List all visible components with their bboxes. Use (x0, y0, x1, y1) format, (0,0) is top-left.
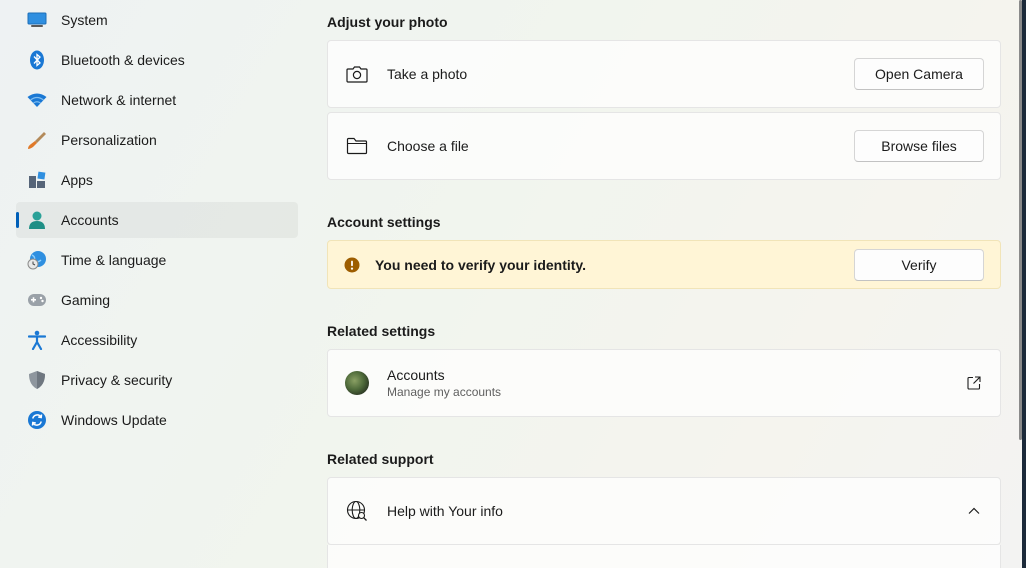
avatar (345, 371, 369, 395)
sidebar-item-time-language[interactable]: Time & language (16, 242, 298, 278)
sidebar-item-apps[interactable]: Apps (16, 162, 298, 198)
sidebar-item-label: Time & language (61, 252, 167, 268)
sidebar-item-windows-update[interactable]: Windows Update (16, 402, 298, 438)
accounts-link-description: Manage my accounts (387, 385, 502, 399)
update-icon (26, 409, 48, 431)
sidebar-item-personalization[interactable]: Personalization (16, 122, 298, 158)
verify-button[interactable]: Verify (854, 248, 984, 281)
sidebar-item-label: Privacy & security (61, 372, 173, 388)
help-your-info-label: Help with Your info (387, 503, 503, 519)
sidebar-item-label: Accounts (61, 212, 119, 228)
warning-icon (344, 257, 360, 273)
window-edge (1022, 0, 1026, 568)
sidebar-item-label: Apps (61, 172, 93, 188)
sidebar-item-label: Accessibility (61, 332, 138, 348)
open-camera-button[interactable]: Open Camera (854, 58, 984, 90)
verify-identity-banner: You need to verify your identity. Verify (327, 240, 1001, 289)
sidebar-nav: System Bluetooth & devices Network & int… (16, 2, 298, 442)
sidebar-item-privacy-security[interactable]: Privacy & security (16, 362, 298, 398)
system-icon (26, 9, 48, 31)
accounts-icon (26, 209, 48, 231)
sidebar-item-network[interactable]: Network & internet (16, 82, 298, 118)
external-link-icon[interactable] (966, 375, 982, 391)
choose-file-label: Choose a file (387, 138, 469, 154)
help-expanded-panel (327, 545, 1001, 568)
sidebar-item-label: Network & internet (61, 92, 177, 108)
apps-icon (26, 169, 48, 191)
take-photo-label: Take a photo (387, 66, 468, 82)
help-your-info-card[interactable]: Help with Your info (327, 477, 1001, 545)
shield-icon (26, 369, 48, 391)
camera-icon (345, 62, 369, 86)
sidebar-item-label: Personalization (61, 132, 157, 148)
verify-identity-message: You need to verify your identity. (375, 256, 587, 273)
wifi-icon (26, 89, 48, 111)
section-title-related-support: Related support (327, 451, 434, 467)
section-title-related-settings: Related settings (327, 323, 436, 339)
folder-icon (345, 134, 369, 158)
web-search-icon (345, 499, 369, 523)
sidebar-item-accounts[interactable]: Accounts (16, 202, 298, 238)
sidebar-item-system[interactable]: System (16, 2, 298, 38)
sidebar-item-bluetooth[interactable]: Bluetooth & devices (16, 42, 298, 78)
brush-icon (26, 129, 48, 151)
choose-file-card: Choose a file Browse files (327, 112, 1001, 180)
chevron-up-icon[interactable] (966, 503, 982, 519)
accessibility-icon (26, 329, 48, 351)
sidebar-item-label: Gaming (61, 292, 111, 308)
sidebar-item-gaming[interactable]: Gaming (16, 282, 298, 318)
gamepad-icon (26, 289, 48, 311)
accounts-link-text: Accounts Manage my accounts (387, 367, 966, 399)
scrollbar[interactable] (1019, 0, 1022, 440)
globe-clock-icon (26, 249, 48, 271)
sidebar-item-accessibility[interactable]: Accessibility (16, 322, 298, 358)
bluetooth-icon (26, 49, 48, 71)
sidebar-item-label: Windows Update (61, 412, 167, 428)
section-title-account-settings: Account settings (327, 214, 441, 230)
take-photo-card: Take a photo Open Camera (327, 40, 1001, 108)
account-avatar-image (345, 371, 369, 395)
sidebar-item-label: Bluetooth & devices (61, 52, 185, 68)
sidebar-item-label: System (61, 12, 108, 28)
accounts-link-card[interactable]: Accounts Manage my accounts (327, 349, 1001, 417)
accounts-link-label: Accounts (387, 367, 445, 383)
section-title-adjust-photo: Adjust your photo (327, 14, 448, 30)
browse-files-button[interactable]: Browse files (854, 130, 984, 162)
